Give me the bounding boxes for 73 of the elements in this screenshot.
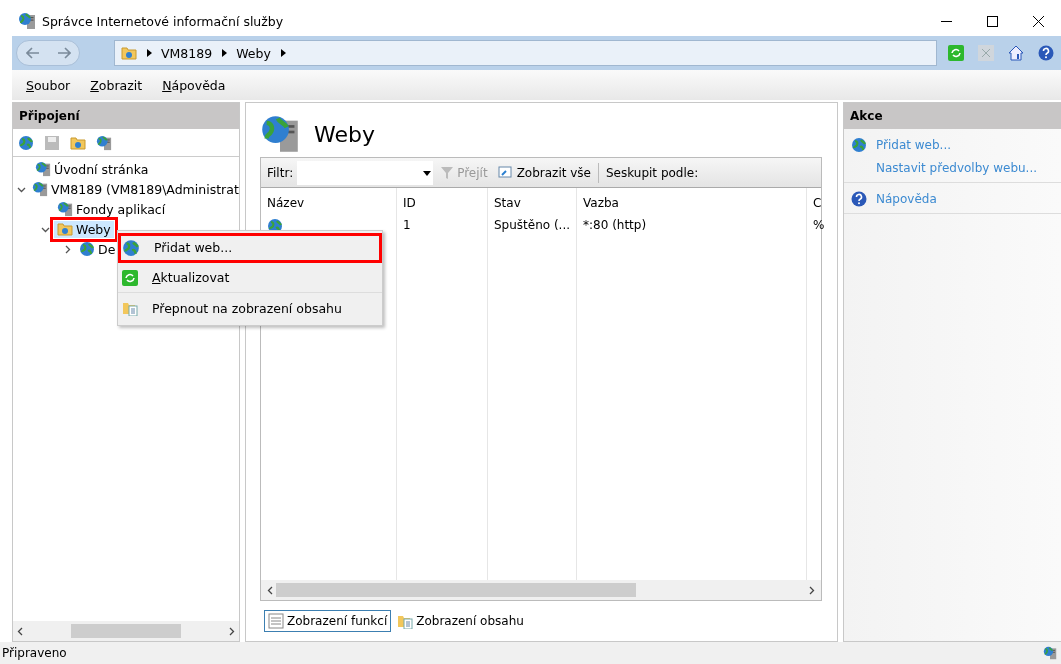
menu-item[interactable]: Soubor: [26, 77, 71, 93]
dropdown-arrow-icon: [423, 168, 432, 177]
panel-header: Připojení: [13, 103, 239, 129]
app-icon: [18, 12, 36, 30]
page-title: Weby: [314, 121, 375, 147]
view-tab[interactable]: Zobrazení funkcí: [264, 610, 392, 632]
action-link[interactable]: Přidat web...: [850, 135, 1061, 155]
column-header[interactable]: Vazba: [577, 188, 806, 218]
table-cell-text: Spuštěno (...: [493, 218, 572, 234]
breadcrumb-arrow-icon: [278, 49, 287, 57]
menu-item[interactable]: Nápověda: [162, 77, 226, 93]
breadcrumb-item[interactable]: Weby: [236, 45, 271, 61]
breadcrumb-arrow-icon: [145, 49, 153, 57]
globe-server-icon: [35, 161, 51, 177]
home-icon: [1008, 45, 1024, 61]
scroll-left-icon[interactable]: [17, 626, 23, 636]
globe-icon: [18, 134, 34, 151]
address-field[interactable]: VM8189 Weby: [114, 40, 937, 66]
list-icon: [268, 613, 284, 629]
status-text: Připraveno: [2, 646, 67, 660]
maximize-icon: [986, 15, 998, 27]
folder-globe-icon: [57, 222, 73, 236]
column-header[interactable]: Stav: [488, 188, 576, 218]
funnel-icon: [440, 165, 455, 180]
horizontal-scrollbar[interactable]: [261, 580, 821, 600]
table-cell-text: %: [812, 218, 826, 234]
column-header[interactable]: Název: [261, 188, 396, 218]
view-tab[interactable]: Zobrazení obsahu: [393, 610, 528, 632]
folder-icon: [70, 135, 86, 150]
filter-label: Filtr:: [267, 165, 294, 180]
menu-item[interactable]: Přidat web...: [118, 233, 382, 263]
breadcrumb-arrow-icon: [220, 49, 229, 57]
forward-arrow-icon[interactable]: [56, 47, 71, 59]
save-icon: [44, 134, 60, 151]
tree-item[interactable]: Fondy aplikací: [54, 200, 169, 218]
window-title: Správce Internetové informační služby: [42, 13, 284, 29]
folder-globe-icon: [121, 46, 137, 60]
panel-header: Akce: [844, 103, 1061, 129]
documents-icon: [122, 300, 138, 316]
scroll-left-icon[interactable]: [267, 585, 273, 595]
minimize-icon: [940, 20, 952, 22]
close-icon: [1032, 15, 1044, 27]
action-link[interactable]: Nastavit předvolby webu...: [850, 158, 1061, 178]
help-icon: [1038, 45, 1054, 61]
column-header[interactable]: C: [807, 188, 846, 218]
breadcrumb-item[interactable]: VM8189: [161, 45, 213, 61]
documents-icon: [397, 613, 414, 629]
tree-item[interactable]: De: [76, 240, 119, 258]
refresh-icon: [948, 45, 964, 61]
column-header[interactable]: ID: [397, 188, 487, 218]
refresh-button[interactable]: [945, 42, 967, 64]
help-icon: [851, 191, 867, 207]
menu-item[interactable]: Aktualizovat: [118, 263, 382, 293]
filter-input[interactable]: [297, 160, 434, 185]
refresh-icon: [122, 269, 138, 286]
menu-item[interactable]: Zobrazit: [90, 77, 143, 93]
scroll-right-icon[interactable]: [809, 585, 815, 595]
scroll-right-icon[interactable]: [229, 626, 235, 636]
globe-icon: [79, 241, 95, 257]
app-pool-icon: [57, 201, 73, 217]
group-by-button[interactable]: Seskupit podle:: [603, 165, 702, 180]
globe-server-icon: [32, 181, 48, 197]
show-all-button[interactable]: Zobrazit vše: [494, 165, 594, 180]
menu-item[interactable]: Přepnout na zobrazení obsahu: [118, 293, 382, 323]
table-cell-text: 1: [402, 218, 412, 234]
globe-server-icon: [260, 114, 300, 154]
table-cell-text: *:80 (http): [582, 218, 648, 234]
back-arrow-icon[interactable]: [25, 47, 40, 59]
tree-item[interactable]: Úvodní stránka: [32, 160, 152, 178]
globe-server-icon: [1043, 646, 1057, 660]
cross-icon: [978, 45, 994, 61]
horizontal-scrollbar[interactable]: [13, 621, 239, 641]
tree-item[interactable]: VM8189 (VM8189\Administrat: [29, 180, 239, 198]
